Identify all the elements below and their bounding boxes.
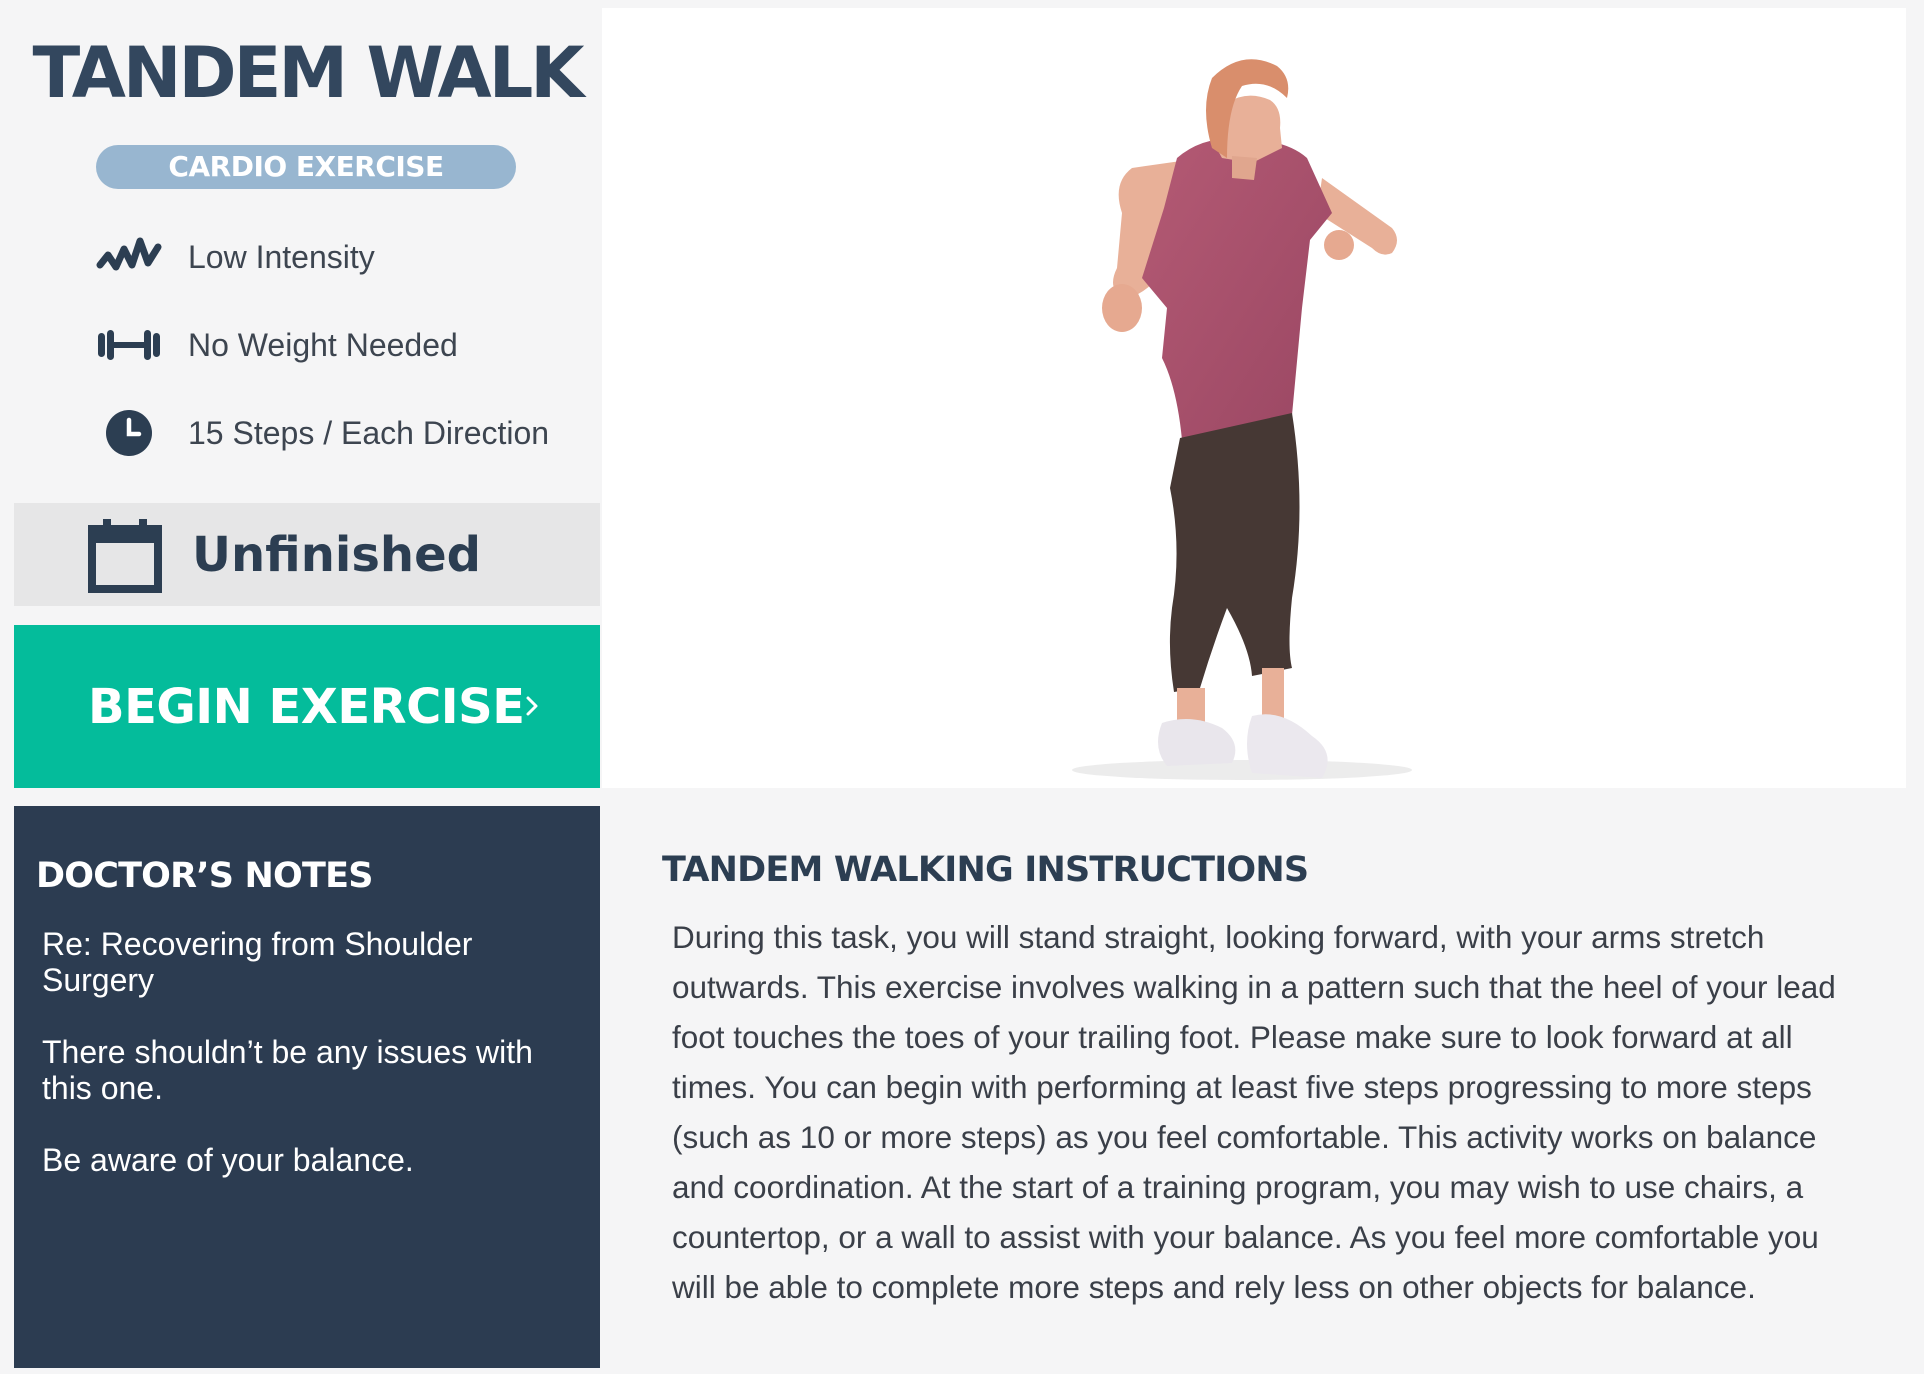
intensity-wave-icon: [96, 227, 166, 287]
begin-exercise-button[interactable]: BEGIN EXERCISE: [14, 625, 600, 788]
instructions-heading: TANDEM WALKING INSTRUCTIONS: [662, 850, 1309, 890]
feature-label: 15 Steps / Each Direction: [188, 414, 550, 451]
chevron-right-icon: [526, 696, 538, 716]
doctor-note: Be aware of your balance.: [42, 1142, 414, 1178]
feature-weight: No Weight Needed: [96, 315, 458, 375]
instructions-section: TANDEM WALKING INSTRUCTIONS During this …: [662, 850, 1862, 1312]
category-badge: CARDIO EXERCISE: [96, 145, 516, 189]
exercise-video[interactable]: [602, 8, 1906, 788]
doctor-note: There shouldn’t be any issues with this …: [42, 1034, 533, 1106]
exercise-demo-image: [1072, 59, 1412, 780]
feature-label: No Weight Needed: [188, 326, 458, 363]
feature-label: Low Intensity: [188, 238, 375, 275]
begin-exercise-label: BEGIN EXERCISE: [88, 678, 525, 735]
doctor-note: Re: Recovering from Shoulder Surgery: [42, 926, 473, 998]
calendar-icon: [88, 518, 162, 593]
clock-icon: [96, 403, 166, 463]
instructions-body: During this task, you will stand straigh…: [672, 919, 1836, 1305]
feature-reps: 15 Steps / Each Direction: [96, 403, 549, 463]
doctors-notes-heading: DOCTOR’S NOTES: [36, 856, 373, 896]
doctors-notes-panel: DOCTOR’S NOTES Re: Recovering from Shoul…: [14, 806, 600, 1368]
completion-status: Unfinished: [14, 503, 600, 606]
dumbbell-icon: [96, 315, 166, 375]
feature-intensity: Low Intensity: [96, 227, 375, 287]
exercise-title: TANDEM WALK: [32, 32, 584, 114]
status-label: Unfinished: [192, 526, 482, 583]
